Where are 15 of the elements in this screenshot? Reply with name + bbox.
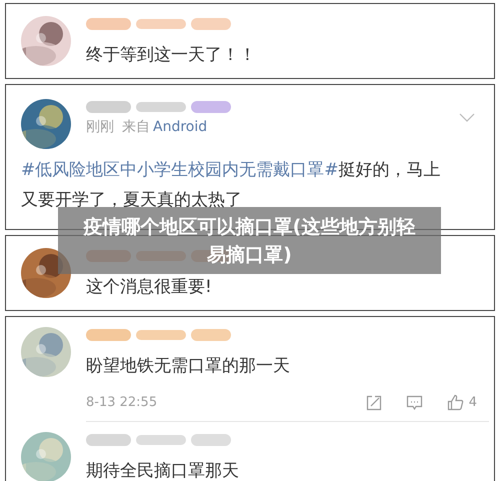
share-icon[interactable] (366, 394, 382, 411)
like-count: 4 (468, 394, 477, 412)
chevron-down-icon[interactable] (459, 113, 475, 122)
hashtag-link[interactable]: #低风险地区中小学生校园内无需戴口罩# (21, 160, 338, 180)
comment-text: 期待全民摘口罩那天 (86, 460, 240, 481)
comment-text: 这个消息很重要! (86, 276, 213, 299)
comment-text: 终于等到这一天了！！ (86, 44, 257, 67)
comment-text: 盼望地铁无需口罩的那一天 (86, 355, 291, 378)
post-time: 刚刚 (86, 118, 114, 137)
source-device: Android (153, 118, 208, 137)
source-label: 来自 (122, 118, 150, 137)
comment-time: 8-13 22:55 (86, 394, 158, 412)
banner-title: 疫情哪个地区可以摘口罩(这些地方别轻易摘口罩) (82, 214, 416, 268)
comment-icon[interactable] (406, 394, 423, 411)
like-icon[interactable] (446, 394, 464, 412)
